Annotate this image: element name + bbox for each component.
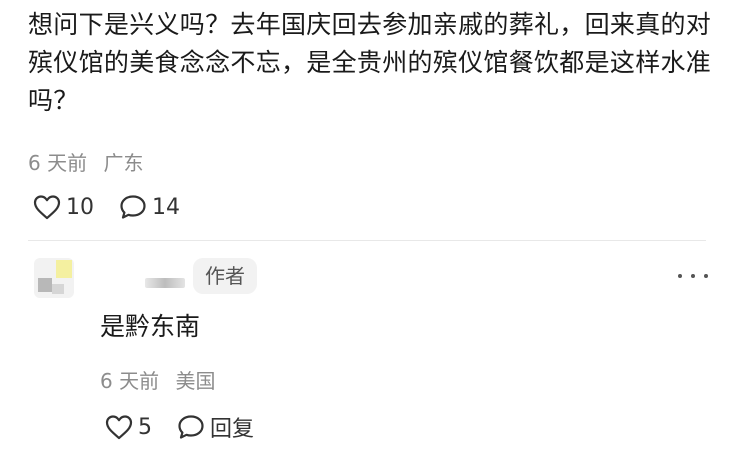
comment-button[interactable]: 14 xyxy=(118,193,180,221)
blurred-username[interactable] xyxy=(145,278,185,288)
more-dots-icon[interactable] xyxy=(678,268,708,284)
comment-body: 想问下是兴义吗？去年国庆回去参加亲戚的葬礼，回来真的对殡仪馆的美食念念不忘，是全… xyxy=(28,10,712,115)
speech-bubble-icon xyxy=(176,413,206,441)
reply-actions: 5 回复 xyxy=(104,411,254,443)
comment-count: 14 xyxy=(152,194,180,220)
comment-location: 广东 xyxy=(103,151,144,175)
author-badge: 作者 xyxy=(193,258,257,294)
reply-time: 6 天前 xyxy=(100,369,160,393)
heart-outline-icon xyxy=(104,413,134,441)
reply-like-button[interactable]: 5 xyxy=(104,413,152,441)
reply-like-count: 5 xyxy=(138,414,152,440)
comment-meta: 6 天前 广东 xyxy=(28,147,143,176)
comment-time: 6 天前 xyxy=(28,151,88,175)
reply-meta: 6 天前 美国 xyxy=(100,365,215,394)
comment-actions: 10 14 xyxy=(32,193,180,221)
avatar[interactable] xyxy=(34,258,74,298)
reply-location: 美国 xyxy=(175,369,216,393)
heart-outline-icon xyxy=(32,193,62,221)
reply-body: 是黔东南 xyxy=(100,312,201,341)
reply-label: 回复 xyxy=(210,417,255,442)
reply-button[interactable]: 回复 xyxy=(176,411,254,443)
like-count: 10 xyxy=(66,194,94,220)
like-button[interactable]: 10 xyxy=(32,193,94,221)
speech-bubble-icon xyxy=(118,193,148,221)
divider xyxy=(28,240,706,241)
